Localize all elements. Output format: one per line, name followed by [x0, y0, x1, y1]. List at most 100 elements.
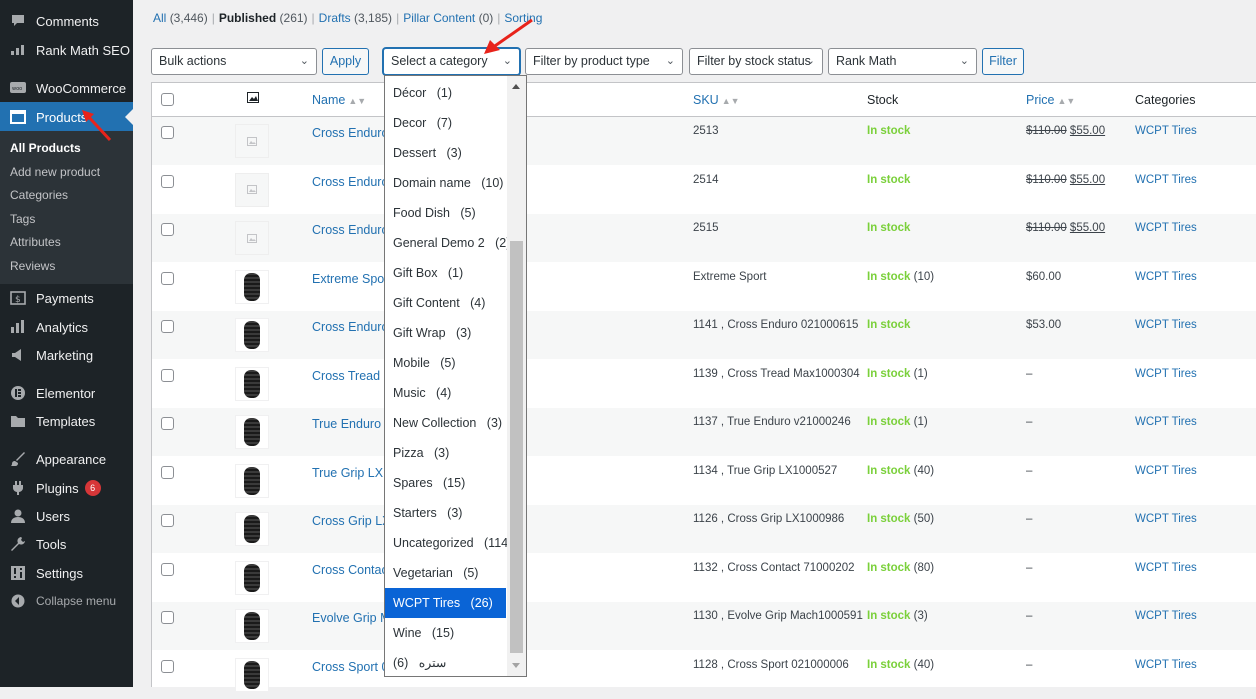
category-link[interactable]: WCPT Tires: [1135, 368, 1197, 380]
scroll-down-icon[interactable]: [512, 663, 520, 668]
category-option[interactable]: Starters (3): [385, 498, 506, 528]
category-option[interactable]: Dessert (3): [385, 138, 506, 168]
product-name-link[interactable]: Cross Enduro: [312, 175, 388, 189]
category-link[interactable]: WCPT Tires: [1135, 174, 1197, 186]
category-link[interactable]: WCPT Tires: [1135, 222, 1197, 234]
row-checkbox[interactable]: [161, 126, 174, 139]
category-option[interactable]: Vegetarian (5): [385, 558, 506, 588]
product-name-link[interactable]: Cross Tread M: [312, 369, 394, 383]
product-name-link[interactable]: Cross Enduro: [312, 126, 388, 140]
dropdown-scrollbar[interactable]: [507, 76, 526, 676]
category-option[interactable]: Spares (15): [385, 468, 506, 498]
product-thumbnail[interactable]: [235, 318, 269, 352]
row-checkbox[interactable]: [161, 271, 174, 285]
view-drafts-link[interactable]: Drafts (3,185): [319, 11, 392, 25]
collapse-menu-button[interactable]: Collapse menu: [0, 586, 133, 616]
row-checkbox[interactable]: [161, 611, 174, 624]
category-option[interactable]: Gift Content (4): [385, 288, 506, 318]
category-link[interactable]: WCPT Tires: [1135, 513, 1197, 525]
sidebar-item-settings[interactable]: Settings: [0, 558, 133, 588]
sidebar-item-templates[interactable]: Templates: [0, 406, 133, 436]
submenu-categories[interactable]: Categories: [10, 188, 68, 202]
product-thumbnail[interactable]: [235, 463, 269, 498]
row-checkbox[interactable]: [161, 368, 174, 382]
sidebar-item-comments[interactable]: Comments: [0, 6, 133, 36]
category-option[interactable]: General Demo 2 (2): [385, 228, 510, 258]
category-option[interactable]: Gift Wrap (3): [385, 318, 506, 348]
product-thumbnail[interactable]: [235, 609, 269, 643]
product-thumbnail-placeholder[interactable]: [235, 172, 269, 207]
category-option[interactable]: Uncategorized (114): [385, 528, 512, 558]
submenu-reviews[interactable]: Reviews: [10, 259, 55, 273]
product-name-link[interactable]: True Grip LX: [312, 466, 383, 480]
submenu-add-new-product[interactable]: Add new product: [10, 165, 100, 179]
sidebar-item-payments[interactable]: $ Payments: [0, 283, 133, 313]
rank-math-select[interactable]: Rank Math ⌄: [828, 48, 977, 75]
product-thumbnail[interactable]: [235, 657, 269, 692]
row-checkbox[interactable]: [161, 174, 174, 188]
row-checkbox[interactable]: [161, 465, 174, 479]
sidebar-item-users[interactable]: Users: [0, 501, 133, 531]
product-type-select[interactable]: Filter by product type ⌄: [525, 48, 683, 75]
category-link[interactable]: WCPT Tires: [1135, 416, 1197, 428]
category-dropdown-list[interactable]: Décor (1) Decor (7) Dessert (3) Domain name…: [384, 75, 527, 677]
sidebar-item-woocommerce[interactable]: woo WooCommerce: [0, 73, 133, 103]
submenu-tags[interactable]: Tags: [10, 212, 35, 226]
sidebar-item-analytics[interactable]: Analytics: [0, 312, 133, 342]
product-thumbnail[interactable]: [235, 366, 269, 401]
view-published-link[interactable]: Published (261): [219, 11, 308, 25]
filter-button[interactable]: Filter: [982, 48, 1024, 75]
product-name-link[interactable]: Cross Enduro: [312, 223, 388, 237]
product-name-link[interactable]: Cross Contact: [312, 563, 391, 577]
category-link[interactable]: WCPT Tires: [1135, 125, 1197, 137]
scrollbar-thumb[interactable]: [510, 241, 523, 653]
category-option[interactable]: Domain name (10): [385, 168, 506, 198]
product-thumbnail[interactable]: [235, 415, 269, 449]
sidebar-item-plugins[interactable]: Plugins 6: [0, 473, 133, 503]
column-name[interactable]: Name ▲▼: [312, 93, 366, 107]
column-sku[interactable]: SKU ▲▼: [693, 93, 740, 107]
category-option[interactable]: WCPT Tires (26): [385, 588, 506, 618]
product-name-link[interactable]: Evolve Grip M: [312, 611, 391, 625]
submenu-attributes[interactable]: Attributes: [10, 235, 61, 249]
row-checkbox[interactable]: [161, 562, 174, 576]
product-name-link[interactable]: Cross Grip LX: [312, 514, 391, 528]
category-link[interactable]: WCPT Tires: [1135, 562, 1197, 574]
scroll-up-icon[interactable]: [512, 84, 520, 89]
category-option[interactable]: Food Dish (5): [385, 198, 506, 228]
category-option[interactable]: Pizza (3): [385, 438, 506, 468]
product-name-link[interactable]: Extreme Sport: [312, 272, 392, 286]
category-option[interactable]: Wine (15): [385, 618, 506, 648]
submenu-all-products[interactable]: All Products: [10, 141, 81, 155]
category-option[interactable]: Gift Box (1): [385, 258, 506, 288]
row-checkbox[interactable]: [161, 659, 174, 673]
sidebar-item-appearance[interactable]: Appearance: [0, 444, 133, 474]
column-price[interactable]: Price ▲▼: [1026, 93, 1075, 107]
product-thumbnail[interactable]: [235, 512, 269, 546]
product-thumbnail[interactable]: [235, 560, 269, 595]
view-all-link[interactable]: All (3,446): [153, 11, 208, 25]
apply-button[interactable]: Apply: [322, 48, 369, 75]
product-name-link[interactable]: True Enduro v: [312, 417, 391, 431]
category-link[interactable]: WCPT Tires: [1135, 610, 1197, 622]
sidebar-item-marketing[interactable]: Marketing: [0, 340, 133, 370]
product-thumbnail-placeholder[interactable]: [235, 221, 269, 255]
category-option[interactable]: New Collection (3): [385, 408, 506, 438]
category-option[interactable]: Music (4): [385, 378, 506, 408]
product-name-link[interactable]: Cross Sport 0: [312, 660, 388, 674]
stock-status-select[interactable]: Filter by stock status ⌄: [689, 48, 823, 75]
bulk-actions-select[interactable]: Bulk actions ⌄: [151, 48, 317, 75]
category-link[interactable]: WCPT Tires: [1135, 271, 1197, 283]
sidebar-item-rank-math[interactable]: Rank Math SEO: [0, 35, 133, 65]
row-checkbox[interactable]: [161, 514, 174, 527]
category-link[interactable]: WCPT Tires: [1135, 465, 1197, 477]
product-thumbnail[interactable]: [235, 269, 269, 304]
product-thumbnail-placeholder[interactable]: [235, 124, 269, 158]
sidebar-item-elementor[interactable]: Elementor: [0, 378, 133, 408]
category-option[interactable]: Décor (1): [385, 78, 506, 108]
category-option[interactable]: Decor (7): [385, 108, 506, 138]
sidebar-item-tools[interactable]: Tools: [0, 529, 133, 559]
category-option[interactable]: ستره (6): [385, 648, 506, 678]
row-checkbox[interactable]: [161, 320, 174, 333]
product-name-link[interactable]: Cross Enduro: [312, 320, 388, 334]
